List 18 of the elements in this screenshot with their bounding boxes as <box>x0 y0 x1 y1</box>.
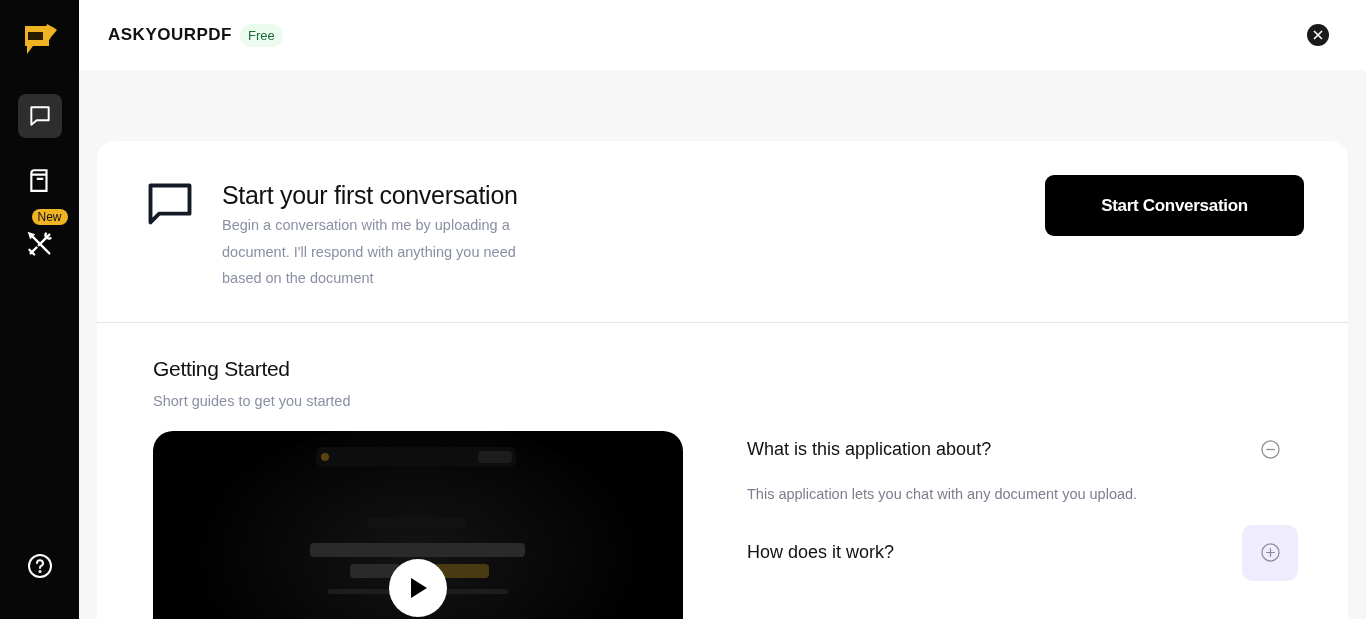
minus-icon <box>1260 440 1280 459</box>
help-icon[interactable] <box>26 553 53 579</box>
intro-text: Begin a conversation with me by uploading a document. I'll respond with anything you need based on the document <box>222 216 517 288</box>
plus-icon <box>1260 543 1280 562</box>
start-conversation-button[interactable]: Start Conversation <box>1045 175 1304 236</box>
play-icon <box>408 576 428 599</box>
brand-name: ASKYOURPDF <box>108 25 232 45</box>
section-subtitle: Short guides to get you started <box>153 392 352 409</box>
plan-badge: Free <box>240 23 283 47</box>
close-button[interactable] <box>1307 24 1329 46</box>
new-badge: New <box>31 209 68 225</box>
faq-question[interactable]: How does it work? <box>747 542 895 563</box>
faq-answer: This application lets you chat with any document you upload. <box>747 485 1139 502</box>
section-title: Getting Started <box>153 356 291 381</box>
intro-title: Start your first conversation <box>222 181 519 210</box>
close-icon <box>1313 30 1323 40</box>
faq-question[interactable]: What is this application about? <box>747 439 992 460</box>
sidebar-item[interactable] <box>17 94 62 138</box>
